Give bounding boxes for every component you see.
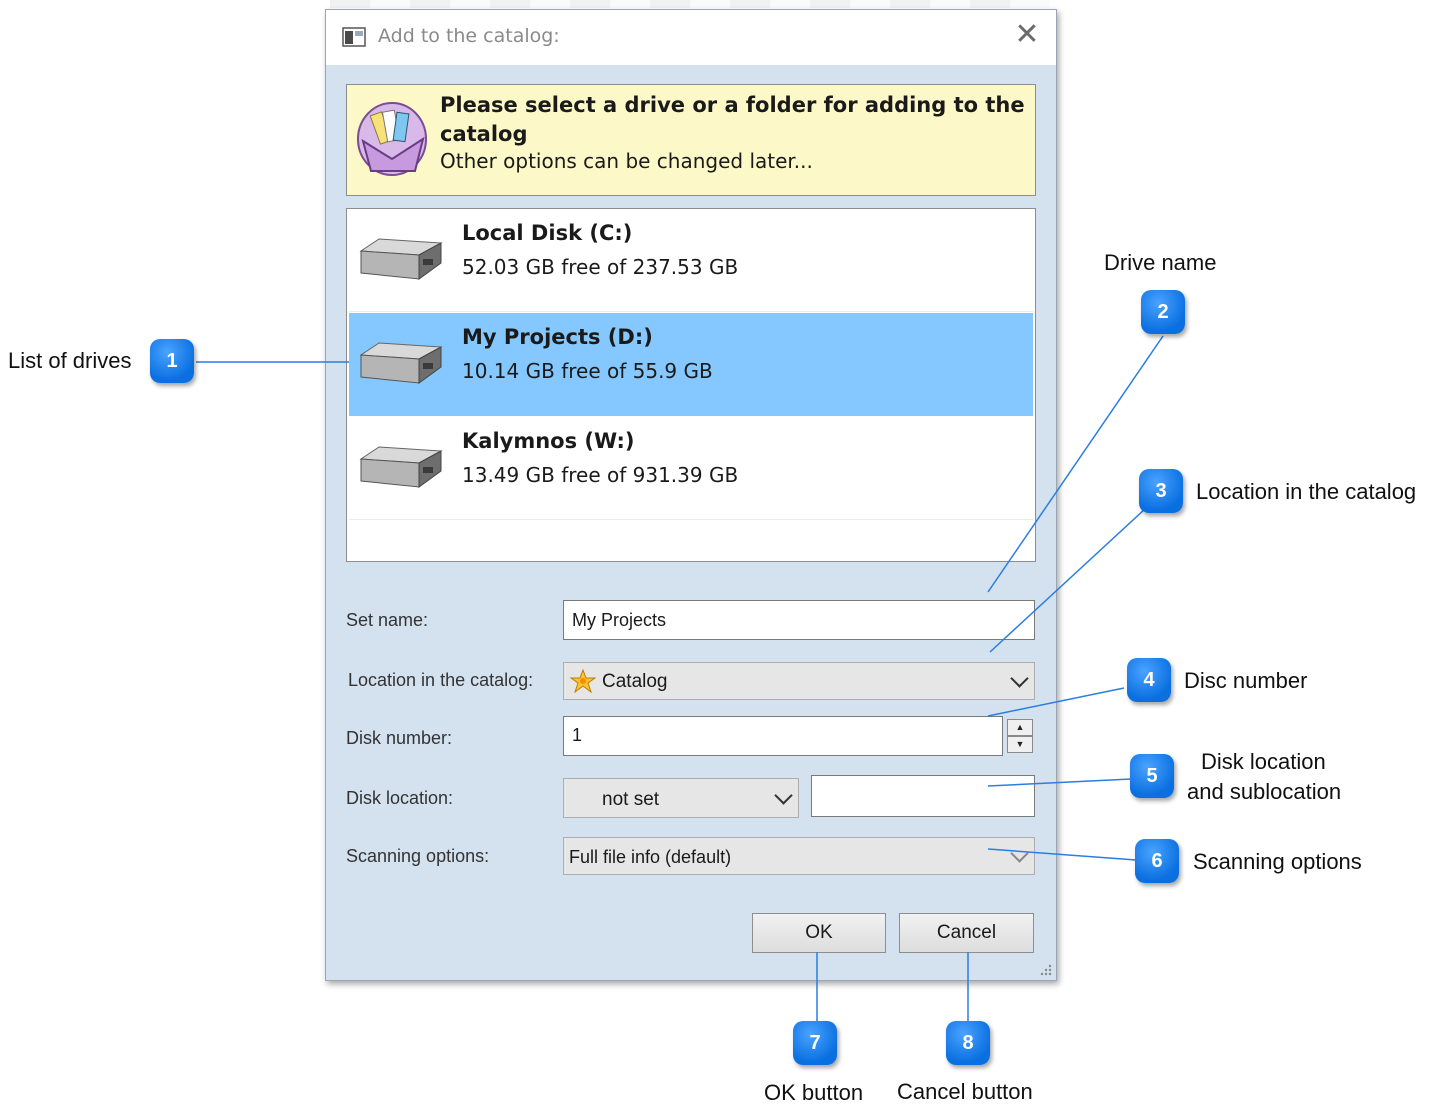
- annotation-badge-8: 8: [946, 1021, 990, 1065]
- annotation-badge-7: 7: [793, 1021, 837, 1065]
- annotation-label-8: Cancel button: [897, 1079, 1033, 1104]
- annotation-badge-6: 6: [1135, 839, 1179, 883]
- annotation-label-7: OK button: [764, 1080, 864, 1105]
- annotation-label-1: List of drives: [8, 348, 132, 373]
- annotation-badge-3: 3: [1139, 469, 1183, 513]
- annotation-label-6: Scanning options: [1193, 849, 1362, 874]
- annotation-lines: [196, 335, 1164, 1022]
- annotation-badge-5: 5: [1130, 754, 1174, 798]
- annotation-badge-4: 4: [1127, 658, 1171, 702]
- annotation-label-3: Location in the catalog: [1196, 479, 1417, 504]
- annotation-label-2: Drive name: [1104, 250, 1217, 275]
- annotation-label-5-line2: and sublocation: [1187, 779, 1342, 804]
- annotation-badge-1: 1: [150, 339, 194, 383]
- annotation-label-4: Disc number: [1184, 668, 1308, 693]
- annotation-label-5-line1: Disk location: [1201, 749, 1326, 774]
- annotation-badge-2: 2: [1141, 290, 1185, 334]
